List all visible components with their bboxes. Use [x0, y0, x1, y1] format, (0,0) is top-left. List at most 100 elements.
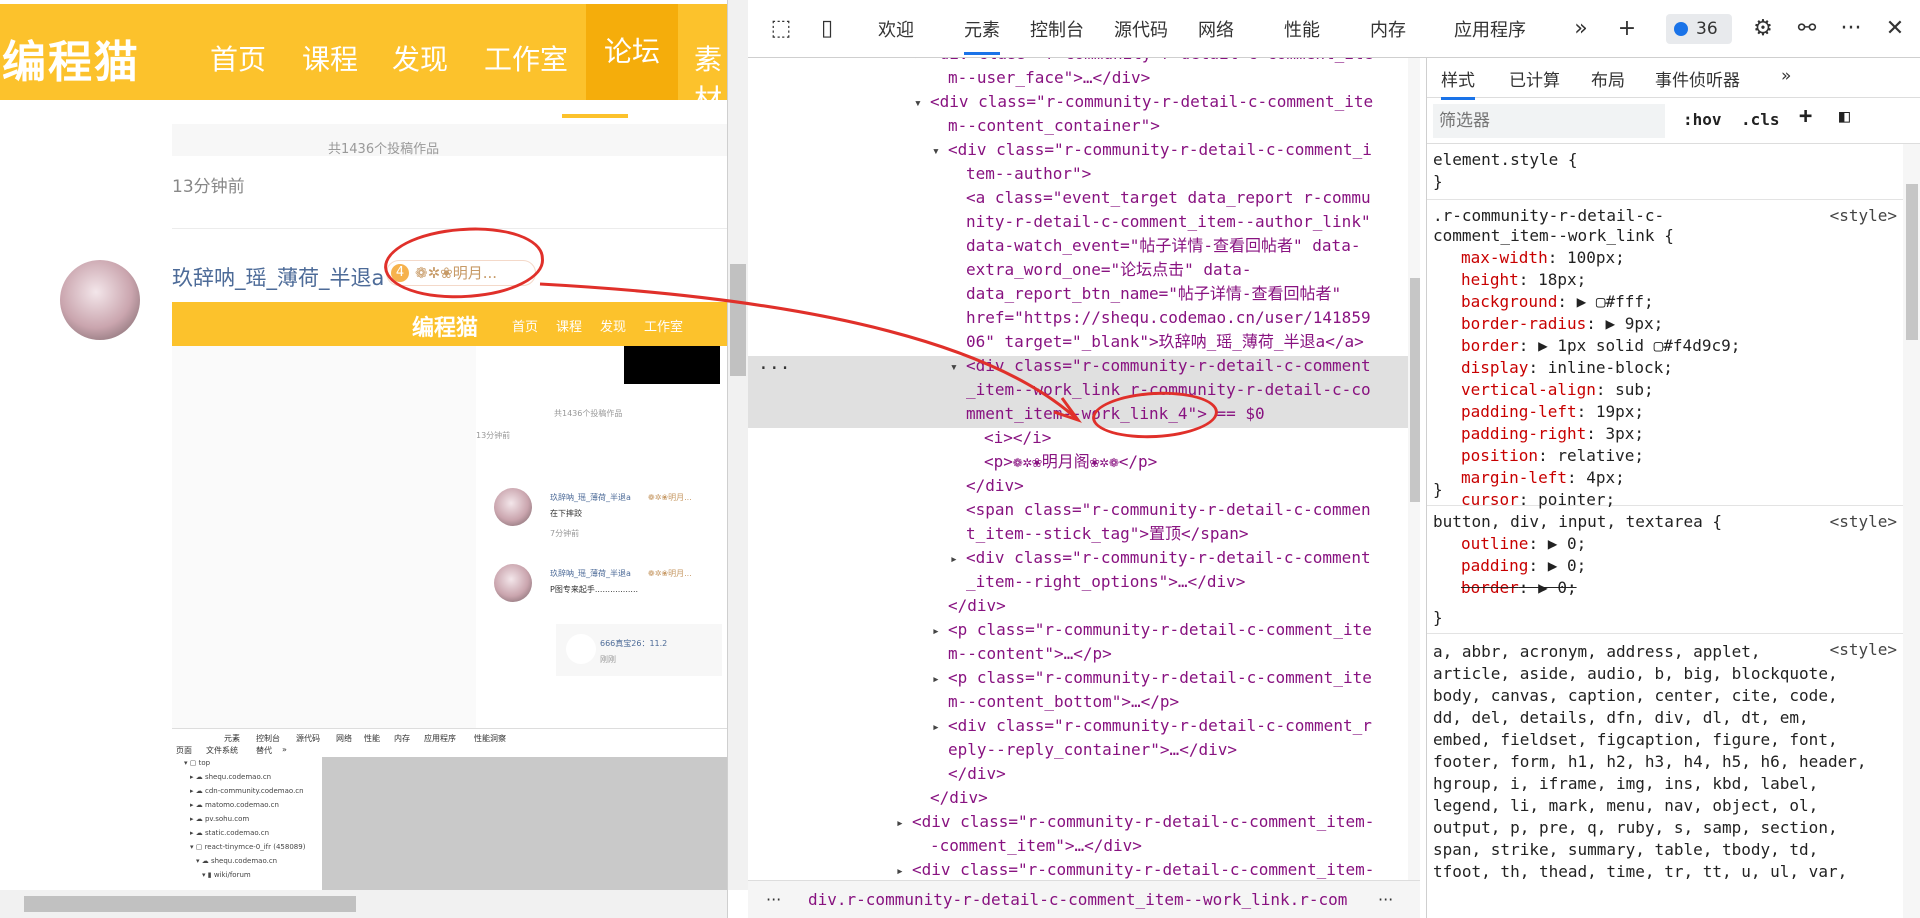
dom-node-line[interactable]: <i></i> [968, 426, 1051, 450]
css-property-value[interactable]: inline-block; [1548, 358, 1673, 377]
expand-arrow-icon[interactable]: ▸ [932, 668, 948, 692]
filter-input[interactable] [1433, 104, 1665, 138]
css-property-value[interactable]: ▶ 0; [1548, 556, 1587, 575]
dom-node-line[interactable]: ▸<div class="r-community-r-detail-c-comm… [896, 810, 1374, 834]
expand-arrow-icon[interactable]: ▾ [914, 92, 930, 116]
css-property-name[interactable]: height [1461, 270, 1519, 289]
comment-image[interactable]: 编程猫 首页 课程 发现 工作室 共1436个投稿作品 13分钟前 玖辞呐_瑶_… [172, 302, 727, 918]
customize-icon[interactable]: ⚯ [1794, 16, 1820, 42]
css-property-name[interactable]: vertical-align [1461, 380, 1596, 399]
breadcrumb-more[interactable]: ··· [1378, 881, 1393, 918]
hov-toggle[interactable]: :hov [1683, 110, 1722, 129]
vertical-scrollbar[interactable] [728, 0, 748, 890]
tab-layout[interactable]: 布局 [1591, 66, 1625, 91]
tab-performance[interactable]: 性能 [1284, 16, 1320, 42]
dom-node-line[interactable]: ▸<div class="r-community-r-detail-c-comm… [950, 546, 1371, 570]
scroll-thumb[interactable] [1410, 278, 1420, 502]
dom-node-line[interactable]: ▸<div class="r-community-r-detail-c-comm… [932, 714, 1372, 738]
css-property-value[interactable]: pointer; [1538, 490, 1615, 509]
css-property-name[interactable]: border-radius [1461, 314, 1586, 333]
css-property-name[interactable]: padding [1461, 556, 1528, 575]
dom-node-line[interactable]: </div> [914, 786, 988, 810]
inspect-element-icon[interactable]: ⬚ [768, 16, 794, 42]
more-tabs-icon[interactable]: » [1568, 16, 1594, 42]
dom-node-line[interactable]: <span class="r-community-r-detail-c-comm… [950, 498, 1371, 522]
expand-arrow-icon[interactable]: ▾ [932, 140, 948, 164]
css-property-value[interactable]: 3px; [1606, 424, 1645, 443]
expand-arrow-icon[interactable]: ▸ [896, 860, 912, 880]
add-tab-icon[interactable]: + [1614, 16, 1640, 42]
rule-origin[interactable]: <style> [1830, 206, 1897, 225]
elements-scrollbar[interactable] [1408, 58, 1420, 880]
css-property[interactable]: height: 18px; [1461, 270, 1586, 289]
tab-console[interactable]: 控制台 [1030, 16, 1084, 42]
css-property[interactable]: max-width: 100px; [1461, 248, 1625, 267]
dom-node-line[interactable]: ▸<div class="r-community-r-detail-c-comm… [896, 858, 1374, 880]
css-property[interactable]: vertical-align: sub; [1461, 380, 1654, 399]
rule-element-style[interactable]: element.style { } [1427, 148, 1903, 200]
rule-elements-reset[interactable]: <style> a, abbr, acronym, address, apple… [1427, 638, 1903, 918]
dom-node-line[interactable]: _item--right_options">…</div> [950, 570, 1245, 594]
css-property-name[interactable]: margin-left [1461, 468, 1567, 487]
site-logo[interactable]: 编程猫 [2, 26, 140, 90]
dom-node-line[interactable]: eply--reply_container">…</div> [932, 738, 1237, 762]
styles-scrollbar[interactable] [1903, 144, 1920, 918]
dom-node-line[interactable]: <p>❁✲❀明月阁❀✲❁</p> [968, 450, 1157, 474]
css-property-name[interactable]: outline [1461, 534, 1528, 553]
dom-node-line[interactable]: 06" target="_blank">玖辞呐_瑶_薄荷_半退a</a> [950, 330, 1364, 354]
avatar[interactable] [60, 260, 140, 340]
css-property-value[interactable]: ▶ ▢#fff; [1577, 292, 1654, 311]
css-property[interactable]: border-radius: ▶ 9px; [1461, 314, 1663, 333]
expand-arrow-icon[interactable]: ▸ [950, 548, 966, 572]
scroll-thumb[interactable] [1906, 184, 1918, 340]
scroll-thumb[interactable] [24, 896, 356, 912]
css-property-name[interactable]: padding-right [1461, 424, 1586, 443]
breadcrumb-more[interactable]: ··· [766, 881, 781, 918]
dom-node-line[interactable]: </div> [932, 762, 1006, 786]
dom-node-line[interactable]: m--user_face">…</div> [932, 66, 1150, 90]
css-property-value[interactable]: sub; [1615, 380, 1654, 399]
comment-author-link[interactable]: 玖辞呐_瑶_薄荷_半退a [172, 262, 384, 292]
dom-node-line[interactable]: ▸ <p class="r-community-r-detail-c-commen… [932, 666, 1372, 690]
settings-gear-icon[interactable]: ⚙ [1750, 16, 1776, 42]
css-property-value[interactable]: 4px; [1586, 468, 1625, 487]
expand-arrow-icon[interactable]: ▸ [914, 58, 930, 68]
dom-node-line[interactable]: m--content_container"> [932, 114, 1160, 138]
tab-styles[interactable]: 样式 [1441, 66, 1475, 100]
nav-studio[interactable]: 工作室 [484, 38, 568, 78]
dom-node-line[interactable]: </div> [932, 594, 1006, 618]
tab-elements[interactable]: 元素 [964, 16, 1000, 55]
nav-home[interactable]: 首页 [210, 38, 266, 78]
tab-network[interactable]: 网络 [1198, 16, 1234, 42]
dom-node-line[interactable]: href="https://shequ.codemao.cn/user/1418… [950, 306, 1371, 330]
dom-node-line[interactable]: tem--author"> [950, 162, 1091, 186]
dom-node-line[interactable]: ▾ <div class="r-community-r-detail-c-comm… [932, 138, 1372, 162]
tab-sources[interactable]: 源代码 [1114, 16, 1168, 42]
rule-origin[interactable]: <style> [1830, 512, 1897, 531]
css-property[interactable]: border: ▶ 1px solid ▢#f4d9c9; [1461, 336, 1740, 355]
css-property-value[interactable]: ▶ 9px; [1606, 314, 1664, 333]
expand-arrow-icon[interactable]: ▾ [950, 356, 966, 380]
expand-arrow-icon[interactable]: ▸ [932, 716, 948, 740]
rule-origin[interactable]: <style> [1830, 640, 1897, 659]
css-property-value[interactable]: 100px; [1567, 248, 1625, 267]
css-property-value[interactable]: ▶ 1px solid ▢#f4d9c9; [1538, 336, 1740, 355]
horizontal-scrollbar[interactable] [0, 890, 727, 918]
cls-toggle[interactable]: .cls [1741, 110, 1780, 129]
nav-discover[interactable]: 发现 [392, 38, 448, 78]
css-property-name[interactable]: cursor [1461, 490, 1519, 509]
css-property[interactable]: padding: ▶ 0; [1461, 556, 1586, 575]
sidebar-toggle-icon[interactable]: ◧ [1839, 106, 1850, 127]
dom-node-line[interactable]: ▸ <p class="r-community-r-detail-c-commen… [932, 618, 1372, 642]
css-property[interactable]: outline: ▶ 0; [1461, 534, 1586, 553]
tab-memory[interactable]: 内存 [1370, 16, 1406, 42]
tab-application[interactable]: 应用程序 [1454, 16, 1526, 42]
css-property[interactable]: position: relative; [1461, 446, 1644, 465]
css-property[interactable]: display: inline-block; [1461, 358, 1673, 377]
css-property[interactable]: border: ▶ 0; [1461, 578, 1577, 597]
css-property-name[interactable]: padding-left [1461, 402, 1577, 421]
nav-courses[interactable]: 课程 [302, 38, 358, 78]
tab-event-listeners[interactable]: 事件侦听器 [1655, 66, 1740, 91]
css-property[interactable]: margin-left: 4px; [1461, 468, 1625, 487]
css-property-name[interactable]: background [1461, 292, 1557, 311]
